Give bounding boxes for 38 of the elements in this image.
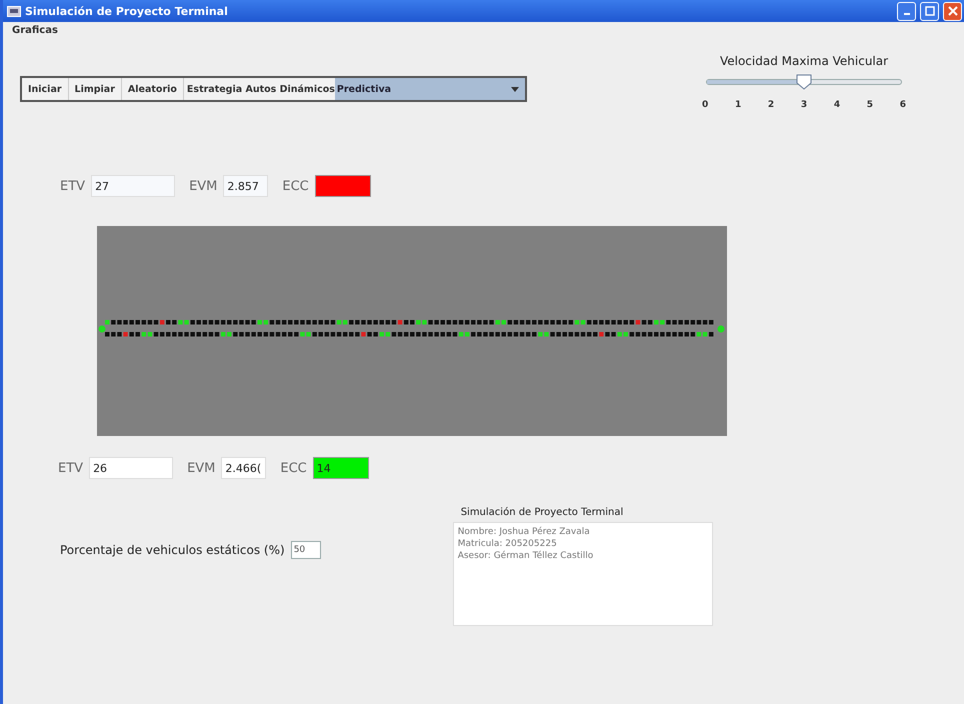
tick-label: 0 [702, 100, 708, 110]
window-icon [7, 6, 21, 16]
info-text-area[interactable]: Nombre: Joshua Pérez Zavala Matricula: 205205225 Asesor: Gérman Téllez Castillo [452, 522, 713, 626]
maximize-icon [924, 6, 934, 16]
ecc-field[interactable] [314, 175, 371, 197]
tick-label: 3 [800, 100, 808, 110]
maximize-button[interactable] [920, 2, 939, 20]
evm-field[interactable]: 2.466( [221, 457, 266, 479]
etv-label: ETV [60, 178, 86, 194]
close-icon [948, 6, 958, 16]
menu-item[interactable]: Graficas [12, 24, 58, 36]
speed-slider[interactable] [706, 74, 902, 91]
ecc-label: ECC [280, 460, 307, 476]
static-vehicles-field[interactable]: 50 [290, 541, 321, 559]
static-vehicles-label: Porcentaje de vehiculos estáticos (%) [60, 543, 285, 557]
evm-field[interactable]: 2.857 [223, 175, 268, 197]
info-title: Simulación de Proyecto Terminal [460, 507, 624, 518]
strategy-dropdown[interactable]: Predictiva [334, 78, 525, 100]
window-title: Simulación de Proyecto Terminal [25, 4, 228, 18]
tick-label: 6 [900, 100, 906, 110]
etv-field[interactable]: 26 [89, 457, 174, 479]
ecc-field[interactable]: 14 [312, 457, 369, 479]
etv-field[interactable]: 27 [91, 175, 176, 197]
evm-label: EVM [189, 178, 218, 194]
tick-label: 2 [768, 100, 774, 110]
strategy-label: Estrategia Autos Dinámicos [186, 84, 335, 94]
evm-label: EVM [187, 460, 216, 476]
ecc-label: ECC [282, 178, 309, 194]
tick-label: 1 [734, 100, 742, 110]
slider-thumb[interactable] [796, 74, 812, 90]
close-button[interactable] [943, 2, 962, 20]
minimize-button[interactable] [897, 2, 916, 20]
caret-icon [511, 86, 519, 92]
minimize-icon [904, 13, 910, 15]
etv-label: ETV [58, 460, 84, 476]
tick-label: 5 [866, 100, 874, 110]
tick-label: 4 [834, 100, 840, 110]
slider-title: Velocidad Maxima Vehicular [720, 54, 888, 68]
